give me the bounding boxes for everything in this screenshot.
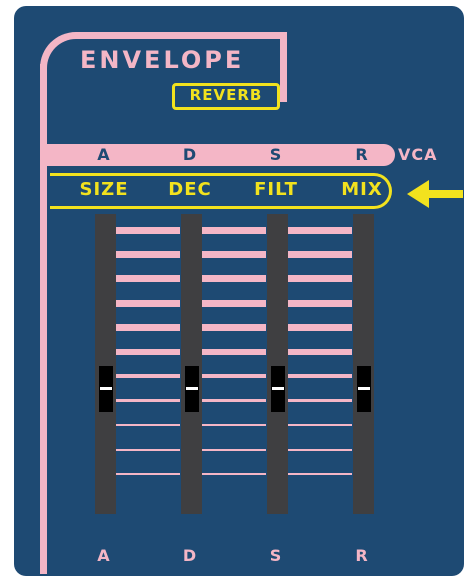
scale-tick <box>202 448 266 451</box>
fx-label-dec: DEC <box>168 179 212 200</box>
scale-tick <box>202 424 266 427</box>
fx-label-mix: MIX <box>341 179 383 200</box>
scale-tick <box>116 424 180 427</box>
fader-track-s <box>267 214 288 514</box>
scale-tick <box>288 250 352 258</box>
scale-tick <box>202 324 266 332</box>
fx-label-filt: FILT <box>254 179 298 200</box>
envelope-panel: ENVELOPE REVERB A D S R VCA SIZE DEC FIL… <box>14 6 464 576</box>
panel-frame-left-rail <box>40 64 47 574</box>
scale-tick <box>202 275 266 283</box>
scale-tick <box>116 448 180 451</box>
fader-knob-s[interactable] <box>270 366 285 413</box>
scale-tick <box>202 399 266 403</box>
fader-knob-d[interactable] <box>184 366 199 413</box>
top-label-s: S <box>269 145 283 164</box>
scale-tick <box>116 299 180 307</box>
scale-tick <box>202 473 266 475</box>
scale-tick <box>288 473 352 475</box>
reverb-mode-label: REVERB <box>189 86 263 104</box>
panel-frame-top-rail <box>94 32 284 39</box>
bottom-label-s: S <box>269 546 283 565</box>
scale-tick <box>116 226 180 234</box>
fader-track-d <box>181 214 202 514</box>
top-label-r: R <box>355 145 369 164</box>
scale-tick <box>288 448 352 451</box>
scale-tick <box>116 250 180 258</box>
scale-tick <box>116 275 180 283</box>
envelope-title: ENVELOPE <box>80 46 245 74</box>
vca-label: VCA <box>398 145 438 164</box>
scale-tick <box>202 299 266 307</box>
scale-tick <box>288 374 352 379</box>
scale-tick <box>288 299 352 307</box>
fader-track-a <box>95 214 116 514</box>
scale-tick <box>202 374 266 379</box>
bottom-label-r: R <box>355 546 369 565</box>
fx-label-size: SIZE <box>79 179 129 200</box>
scale-tick <box>288 324 352 332</box>
top-label-a: A <box>97 145 111 164</box>
bottom-label-d: D <box>182 546 198 565</box>
scale-tick <box>116 399 180 403</box>
scale-tick <box>288 226 352 234</box>
scale-tick <box>116 349 180 355</box>
fader-knob-r[interactable] <box>356 366 371 413</box>
scale-tick <box>288 349 352 355</box>
top-label-d: D <box>182 145 198 164</box>
scale-tick <box>288 424 352 427</box>
bottom-label-a: A <box>97 546 111 565</box>
pointer-arrow-icon <box>407 180 463 208</box>
scale-tick <box>116 473 180 475</box>
scale-tick <box>202 250 266 258</box>
scale-tick <box>202 349 266 355</box>
fader-knob-a[interactable] <box>98 366 113 413</box>
scale-tick <box>116 324 180 332</box>
panel-frame-right-rail <box>280 32 287 102</box>
scale-tick <box>288 399 352 403</box>
scale-tick <box>288 275 352 283</box>
scale-tick <box>202 226 266 234</box>
scale-tick <box>116 374 180 379</box>
fader-track-r <box>353 214 374 514</box>
